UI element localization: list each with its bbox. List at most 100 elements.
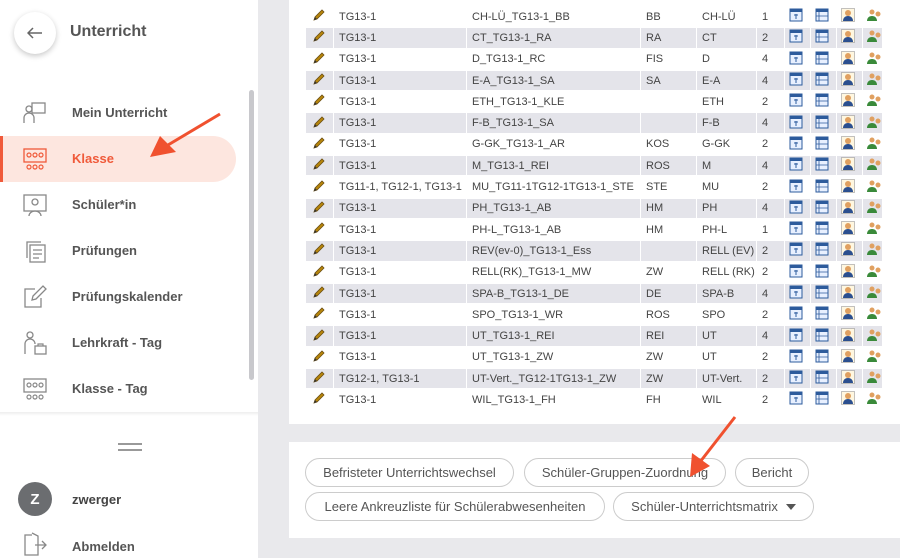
- person-action[interactable]: [836, 262, 862, 282]
- table-action[interactable]: [810, 347, 836, 368]
- document-action[interactable]: [784, 305, 810, 325]
- sidebar-item-pruefungen[interactable]: Prüfungen: [0, 228, 258, 274]
- document-action[interactable]: [784, 156, 810, 176]
- edit-cell[interactable]: [305, 326, 333, 346]
- document-action[interactable]: [784, 369, 810, 389]
- edit-cell[interactable]: [305, 369, 333, 389]
- table-action[interactable]: [810, 390, 836, 410]
- edit-cell[interactable]: [305, 49, 333, 69]
- group-action[interactable]: [862, 177, 882, 197]
- document-action[interactable]: [784, 219, 810, 240]
- person-action[interactable]: [836, 28, 862, 48]
- table-action[interactable]: [810, 283, 836, 304]
- drag-handle-icon[interactable]: [118, 443, 142, 452]
- person-action[interactable]: [836, 390, 862, 410]
- document-action[interactable]: [784, 49, 810, 69]
- table-action[interactable]: [810, 7, 836, 27]
- person-action[interactable]: [836, 7, 862, 27]
- person-action[interactable]: [836, 113, 862, 133]
- edit-cell[interactable]: [305, 283, 333, 304]
- table-action[interactable]: [810, 241, 836, 261]
- person-action[interactable]: [836, 219, 862, 240]
- document-action[interactable]: [784, 28, 810, 48]
- sidebar-item-klasse[interactable]: Klasse: [0, 136, 236, 182]
- group-action[interactable]: [862, 70, 882, 91]
- schueler-gruppen-zuordnung-button[interactable]: Schüler-Gruppen-Zuordnung: [524, 458, 726, 487]
- sidebar-item-mein-unterricht[interactable]: Mein Unterricht: [0, 90, 258, 136]
- person-action[interactable]: [836, 49, 862, 69]
- document-action[interactable]: [784, 283, 810, 304]
- person-action[interactable]: [836, 92, 862, 112]
- group-action[interactable]: [862, 49, 882, 69]
- edit-cell[interactable]: [305, 241, 333, 261]
- edit-cell[interactable]: [305, 70, 333, 91]
- table-action[interactable]: [810, 219, 836, 240]
- person-action[interactable]: [836, 347, 862, 368]
- person-action[interactable]: [836, 156, 862, 176]
- table-action[interactable]: [810, 70, 836, 91]
- group-action[interactable]: [862, 283, 882, 304]
- group-action[interactable]: [862, 347, 882, 368]
- group-action[interactable]: [862, 198, 882, 218]
- person-action[interactable]: [836, 177, 862, 197]
- edit-cell[interactable]: [305, 305, 333, 325]
- table-action[interactable]: [810, 28, 836, 48]
- edit-cell[interactable]: [305, 198, 333, 218]
- table-action[interactable]: [810, 156, 836, 176]
- edit-cell[interactable]: [305, 113, 333, 133]
- edit-cell[interactable]: [305, 347, 333, 368]
- table-action[interactable]: [810, 198, 836, 218]
- document-action[interactable]: [784, 262, 810, 282]
- group-action[interactable]: [862, 262, 882, 282]
- group-action[interactable]: [862, 156, 882, 176]
- group-action[interactable]: [862, 28, 882, 48]
- edit-cell[interactable]: [305, 134, 333, 155]
- back-button[interactable]: [14, 12, 56, 54]
- person-action[interactable]: [836, 241, 862, 261]
- group-action[interactable]: [862, 241, 882, 261]
- table-action[interactable]: [810, 262, 836, 282]
- person-action[interactable]: [836, 369, 862, 389]
- bericht-button[interactable]: Bericht: [735, 458, 809, 487]
- group-action[interactable]: [862, 390, 882, 410]
- document-action[interactable]: [784, 92, 810, 112]
- person-action[interactable]: [836, 305, 862, 325]
- edit-cell[interactable]: [305, 92, 333, 112]
- document-action[interactable]: [784, 326, 810, 346]
- table-action[interactable]: [810, 177, 836, 197]
- sidebar-scrollbar[interactable]: [249, 90, 254, 380]
- sidebar-item-schueler[interactable]: Schüler*in: [0, 182, 258, 228]
- sidebar-item-pruefungskalender[interactable]: Prüfungskalender: [0, 274, 258, 320]
- person-action[interactable]: [836, 70, 862, 91]
- table-action[interactable]: [810, 113, 836, 133]
- document-action[interactable]: [784, 390, 810, 410]
- table-action[interactable]: [810, 134, 836, 155]
- person-action[interactable]: [836, 134, 862, 155]
- person-action[interactable]: [836, 326, 862, 346]
- edit-cell[interactable]: [305, 177, 333, 197]
- leere-ankreuzliste-button[interactable]: Leere Ankreuzliste für Schülerabwesenhei…: [305, 492, 605, 521]
- group-action[interactable]: [862, 7, 882, 27]
- group-action[interactable]: [862, 92, 882, 112]
- document-action[interactable]: [784, 7, 810, 27]
- document-action[interactable]: [784, 70, 810, 91]
- group-action[interactable]: [862, 219, 882, 240]
- befristeter-unterrichtswechsel-button[interactable]: Befristeter Unterrichtswechsel: [305, 458, 514, 487]
- person-action[interactable]: [836, 198, 862, 218]
- group-action[interactable]: [862, 369, 882, 389]
- document-action[interactable]: [784, 113, 810, 133]
- group-action[interactable]: [862, 305, 882, 325]
- group-action[interactable]: [862, 134, 882, 155]
- edit-cell[interactable]: [305, 219, 333, 240]
- table-action[interactable]: [810, 92, 836, 112]
- edit-cell[interactable]: [305, 28, 333, 48]
- document-action[interactable]: [784, 134, 810, 155]
- edit-cell[interactable]: [305, 7, 333, 27]
- sidebar-item-klasse-tag[interactable]: Klasse - Tag: [0, 366, 258, 412]
- group-action[interactable]: [862, 113, 882, 133]
- document-action[interactable]: [784, 177, 810, 197]
- table-action[interactable]: [810, 369, 836, 389]
- table-action[interactable]: [810, 326, 836, 346]
- user-profile[interactable]: Z zwerger: [18, 482, 121, 516]
- edit-cell[interactable]: [305, 262, 333, 282]
